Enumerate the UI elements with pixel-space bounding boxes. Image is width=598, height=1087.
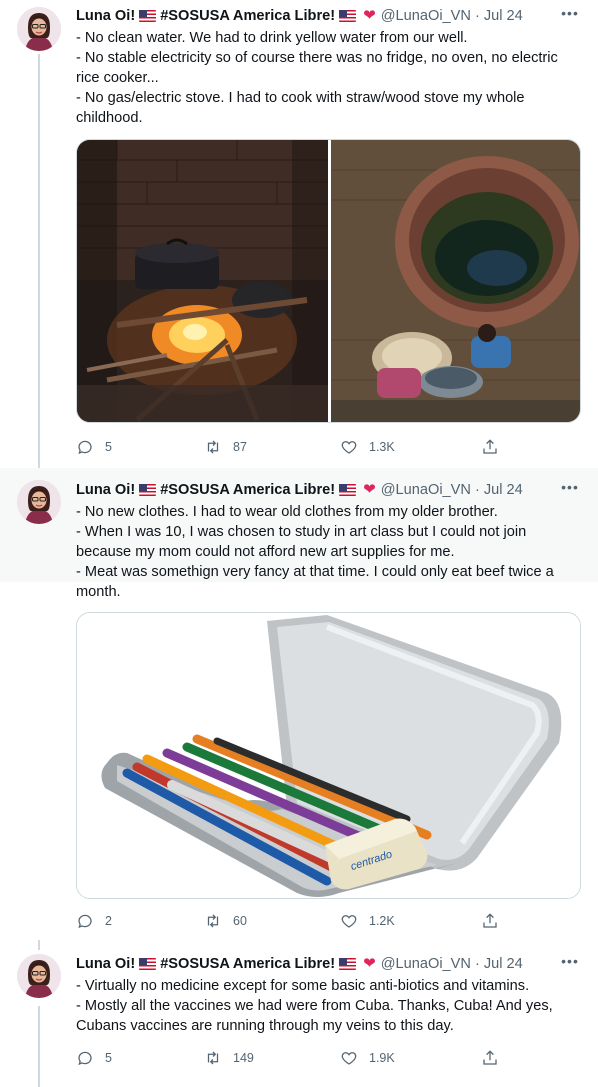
like-button[interactable]: 1.2K	[340, 911, 395, 931]
tweet-line: - No clean water. We had to drink yellow…	[76, 30, 468, 46]
tweet-line: - Mostly all the vaccines we had were fr…	[76, 998, 553, 1034]
separator: ·	[474, 482, 480, 498]
retweet-icon	[207, 1051, 219, 1065]
reply-icon	[78, 914, 92, 929]
tweet-line: - Meat was somethign very fancy at that …	[76, 564, 554, 600]
media-grid	[76, 139, 581, 423]
us-flag-emoji	[139, 484, 157, 496]
us-flag-emoji	[339, 484, 357, 496]
us-flag-emoji	[339, 958, 357, 970]
tweet-line: - When I was 10, I was chosen to study i…	[76, 524, 527, 560]
like-count: 1.9K	[369, 1051, 395, 1065]
tweet-text: - No new clothes. I had to wear old clot…	[76, 502, 581, 602]
retweet-count: 149	[233, 1051, 254, 1065]
tweet-line: - No gas/electric stove. I had to cook w…	[76, 90, 525, 126]
reply-count: 2	[105, 914, 112, 928]
heart-icon	[341, 1052, 357, 1065]
tweet-header: Luna Oi! #SOSUSA America Libre! ❤ @LunaO…	[76, 954, 578, 974]
share-button[interactable]	[481, 911, 510, 931]
photo-well[interactable]	[331, 140, 581, 423]
retweet-icon	[207, 914, 219, 928]
tweet-line: - No stable electricity so of course the…	[76, 50, 558, 86]
author-handle[interactable]: @LunaOi_VN	[381, 954, 471, 974]
tweet[interactable]: Luna Oi! #SOSUSA America Libre! ❤ @LunaO…	[0, 0, 598, 468]
tweet-date[interactable]: Jul 24	[484, 954, 523, 974]
like-button[interactable]: 1.3K	[340, 437, 395, 457]
author-name[interactable]: Luna Oi!	[76, 954, 135, 974]
avatar[interactable]	[17, 7, 61, 51]
photo-cooking-fire[interactable]	[77, 140, 328, 423]
author-handle[interactable]: @LunaOi_VN	[381, 6, 471, 26]
more-icon[interactable]: •••	[560, 480, 580, 500]
reply-button[interactable]: 5	[76, 1048, 112, 1068]
share-icon	[483, 439, 497, 454]
tweet[interactable]: Luna Oi! #SOSUSA America Libre! ❤ @LunaO…	[0, 468, 598, 940]
author-handle[interactable]: @LunaOi_VN	[381, 480, 471, 500]
heart-icon	[341, 915, 357, 928]
retweet-button[interactable]: 149	[204, 1048, 254, 1068]
share-button[interactable]	[481, 1048, 510, 1068]
tweet-header: Luna Oi! #SOSUSA America Libre! ❤ @LunaO…	[76, 480, 578, 500]
tweet-actions: 5 87 1.3K	[76, 437, 506, 457]
like-count: 1.3K	[369, 440, 395, 454]
tweet-date[interactable]: Jul 24	[484, 6, 523, 26]
tweet[interactable]: Luna Oi! #SOSUSA America Libre! ❤ @LunaO…	[0, 940, 598, 1087]
avatar[interactable]	[17, 954, 61, 998]
tweet-header: Luna Oi! #SOSUSA America Libre! ❤ @LunaO…	[76, 6, 578, 26]
separator: ·	[474, 8, 480, 24]
reply-icon	[78, 1051, 92, 1066]
like-button[interactable]: 1.9K	[340, 1048, 395, 1068]
like-count: 1.2K	[369, 914, 395, 928]
tweet-actions: 5 149 1.9K	[76, 1048, 506, 1068]
red-heart-emoji: ❤	[363, 7, 376, 24]
retweet-button[interactable]: 60	[204, 911, 247, 931]
separator: ·	[474, 956, 480, 972]
media-photos	[77, 140, 581, 423]
us-flag-emoji	[139, 958, 157, 970]
heart-icon	[341, 441, 357, 454]
author-tag[interactable]: #SOSUSA America Libre!	[160, 6, 335, 26]
share-button[interactable]	[481, 437, 510, 457]
reply-count: 5	[105, 440, 112, 454]
retweet-button[interactable]: 87	[204, 437, 247, 457]
retweet-count: 60	[233, 914, 247, 928]
share-icon	[483, 913, 497, 928]
retweet-icon	[207, 440, 219, 454]
media-single: centrado	[76, 612, 581, 899]
more-icon[interactable]: •••	[560, 954, 580, 974]
author-name[interactable]: Luna Oi!	[76, 480, 135, 500]
red-heart-emoji: ❤	[363, 481, 376, 498]
tweet-line: - Virtually no medicine except for some …	[76, 978, 530, 994]
tweet-actions: 2 60 1.2K	[76, 911, 506, 931]
tweet-text: - No clean water. We had to drink yellow…	[76, 28, 581, 128]
red-heart-emoji: ❤	[363, 955, 376, 972]
more-icon[interactable]: •••	[560, 6, 580, 26]
us-flag-emoji	[139, 10, 157, 22]
reply-button[interactable]: 2	[76, 911, 112, 931]
tweet-line: - No new clothes. I had to wear old clot…	[76, 504, 498, 520]
avatar[interactable]	[17, 480, 61, 524]
us-flag-emoji	[339, 10, 357, 22]
share-icon	[483, 1050, 497, 1065]
author-name[interactable]: Luna Oi!	[76, 6, 135, 26]
author-tag[interactable]: #SOSUSA America Libre!	[160, 954, 335, 974]
tweet-text: - Virtually no medicine except for some …	[76, 976, 581, 1036]
reply-count: 5	[105, 1051, 112, 1065]
reply-button[interactable]: 5	[76, 437, 112, 457]
photo-pencil-case[interactable]: centrado	[77, 613, 581, 899]
retweet-count: 87	[233, 440, 247, 454]
tweet-date[interactable]: Jul 24	[484, 480, 523, 500]
author-tag[interactable]: #SOSUSA America Libre!	[160, 480, 335, 500]
reply-icon	[78, 440, 92, 455]
